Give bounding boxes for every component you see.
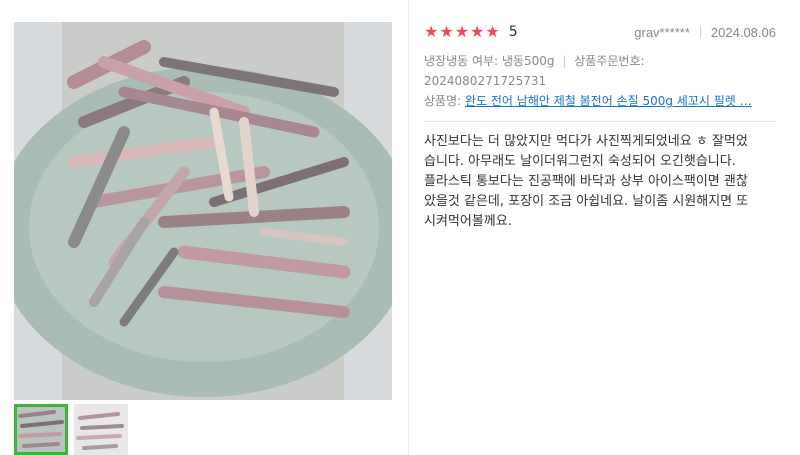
star-icon: ★ (470, 22, 485, 41)
header-separator (699, 26, 701, 38)
reviewer-id: grav****** (634, 24, 690, 40)
rating-stars: ★ ★ ★ ★ ★ (424, 24, 500, 40)
meta-separator: | (562, 54, 567, 68)
thumbnail-1[interactable] (14, 404, 68, 455)
product-label: 상품명: (424, 94, 462, 108)
review-date: 2024.08.06 (710, 24, 776, 40)
panel-divider (408, 0, 409, 455)
review-text-line: 습니다. 아무래도 날이더워그런지 숙성되어 오긴햇습니다. (424, 154, 736, 169)
star-icon: ★ (485, 22, 500, 41)
thumbnail-2[interactable] (74, 404, 128, 455)
thumbnail-strip (14, 404, 128, 455)
content-divider (424, 121, 776, 122)
order-no-value: 2024080271725731 (424, 74, 547, 88)
review-meta: 냉장냉동 여부: 냉동500g | 상품주문번호: 20240802717257… (424, 51, 776, 111)
rating-value: 5 (508, 24, 518, 40)
review-panel: ★ ★ ★ ★ ★ 5 grav****** 2024.08.06 냉장냉동 여… (424, 22, 776, 232)
product-name-link[interactable]: 완도 전어 남해안 제철 봄전어 손질 500g 세꼬시 필렛 … (465, 94, 752, 108)
review-header: ★ ★ ★ ★ ★ 5 grav****** 2024.08.06 (424, 22, 776, 42)
order-no-label: 상품주문번호: (574, 54, 645, 68)
fish-fillets-photo-thumb (74, 404, 128, 455)
star-icon: ★ (439, 22, 454, 41)
review-text-line: 았을것 같은데, 포장이 조금 아쉽네요. 날이좀 시원해지면 또 (424, 194, 749, 209)
review-text-line: 사진보다는 더 많았지만 먹다가 사진찍게되었네요 ㅎ 잘먹었 (424, 134, 748, 149)
fish-fillets-photo-thumb (14, 404, 68, 455)
star-icon: ★ (454, 22, 470, 41)
option-label: 냉장냉동 여부: (424, 54, 499, 68)
option-value: 냉동500g (501, 54, 555, 68)
review-text-line: 시켜먹어볼께요. (424, 214, 512, 229)
review-main-photo[interactable] (14, 22, 392, 400)
review-text-line: 플라스틱 통보다는 진공팩에 바닥과 상부 아이스팩이면 괜찮 (424, 174, 748, 189)
dried-fish-fillets-on-plate-photo (14, 22, 392, 400)
star-icon: ★ (424, 22, 439, 41)
review-text: 사진보다는 더 많았지만 먹다가 사진찍게되었네요 ㅎ 잘먹었 습니다. 아무래… (424, 132, 776, 232)
